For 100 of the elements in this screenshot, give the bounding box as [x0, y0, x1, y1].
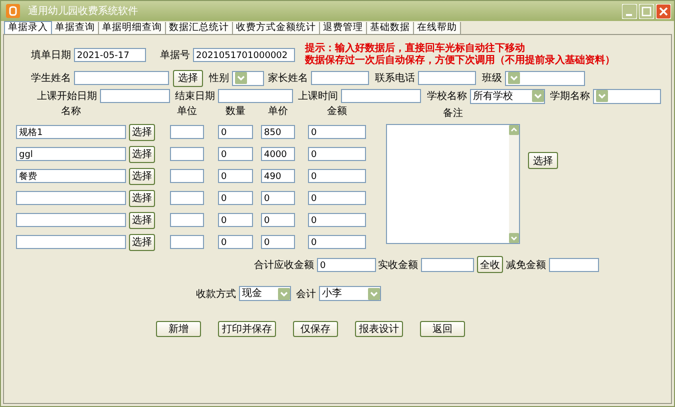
column-header: 单价 [267, 106, 289, 118]
text-field[interactable]: 850 [261, 125, 295, 139]
text-field[interactable] [170, 213, 204, 227]
action-button[interactable]: 选择 [129, 190, 155, 206]
window-title: 通用幼儿园收费系统软件 [28, 4, 139, 18]
action-button[interactable]: 返回 [420, 321, 465, 337]
dropdown-field[interactable] [593, 88, 661, 104]
column-header: 数量 [224, 106, 246, 118]
action-button[interactable]: 选择 [129, 212, 155, 228]
text-field[interactable]: 0 [218, 147, 253, 161]
action-button[interactable]: 仅保存 [293, 321, 338, 337]
text-field[interactable] [418, 71, 476, 85]
text-field[interactable] [170, 125, 204, 139]
text-field[interactable] [218, 89, 293, 103]
action-button[interactable]: 选择 [129, 146, 155, 162]
caret-icon [235, 72, 247, 84]
text-field[interactable]: ggl [16, 147, 126, 161]
scrollbar[interactable] [509, 125, 519, 243]
hint-text: 数据保存过一次后自动保存，方便下次调用（不用提前录入基础资料） [305, 55, 615, 67]
text-field[interactable]: 0 [261, 235, 295, 249]
field-label: 会计 [296, 288, 316, 300]
action-button[interactable]: 选择 [129, 234, 155, 250]
text-field[interactable] [170, 169, 204, 183]
dropdown-field[interactable]: 现金 [239, 286, 291, 301]
tab[interactable]: 数据汇总统计 [166, 22, 233, 34]
text-field[interactable]: 规格1 [16, 125, 126, 139]
caret-icon [278, 288, 290, 300]
text-field[interactable]: 4000 [261, 147, 295, 161]
field-label: 班级 [482, 72, 502, 85]
text-field[interactable]: 0 [218, 191, 253, 205]
text-field[interactable]: 餐费 [16, 169, 126, 183]
close-icon[interactable] [656, 4, 671, 18]
field-label: 合计应收金额 [254, 258, 314, 272]
field-label: 上课开始日期 [37, 90, 97, 103]
minimize-icon[interactable] [622, 4, 637, 18]
text-field[interactable]: 490 [261, 169, 295, 183]
dropdown-field[interactable]: 小李 [319, 286, 381, 301]
caret-icon [596, 90, 608, 102]
text-field[interactable] [170, 235, 204, 249]
text-field[interactable] [341, 89, 421, 103]
text-field[interactable]: 2021-05-17 [74, 48, 146, 62]
tab[interactable]: 收费方式金额统计 [233, 22, 320, 34]
text-field[interactable] [170, 191, 204, 205]
action-button[interactable]: 打印并保存 [218, 321, 276, 337]
dropdown-field[interactable] [232, 70, 264, 86]
scroll-down-icon[interactable] [509, 233, 519, 243]
field-label: 单据号 [160, 48, 190, 62]
scroll-up-icon[interactable] [509, 125, 519, 135]
dropdown-field[interactable]: 所有学校 [470, 88, 545, 104]
field-label: 上课时间 [298, 90, 338, 103]
caret-icon [368, 288, 380, 300]
tab[interactable]: 退费管理 [320, 22, 367, 34]
text-field[interactable] [16, 213, 126, 227]
dropdown-field[interactable] [505, 70, 585, 86]
action-button[interactable]: 选择 [129, 124, 155, 140]
tab[interactable]: 单据明细查询 [99, 22, 166, 34]
text-field[interactable] [74, 71, 169, 85]
text-field[interactable] [170, 147, 204, 161]
action-button[interactable]: 选择 [528, 152, 558, 169]
field-label: 填单日期 [31, 48, 71, 62]
text-field[interactable] [549, 258, 599, 272]
action-button[interactable]: 选择 [129, 168, 155, 184]
text-field[interactable]: 0 [261, 213, 295, 227]
column-header: 单位 [176, 106, 198, 118]
action-button[interactable]: 新增 [156, 321, 201, 337]
text-field[interactable]: 0 [308, 191, 366, 205]
text-field[interactable] [16, 235, 126, 249]
text-field[interactable]: 0 [308, 125, 366, 139]
text-field[interactable]: 0 [218, 235, 253, 249]
text-field[interactable] [100, 89, 170, 103]
action-button[interactable]: 选择 [173, 70, 203, 86]
text-field[interactable]: 0 [308, 213, 366, 227]
text-field[interactable]: 2021051701000002 [193, 48, 295, 62]
app-icon [6, 4, 20, 18]
text-field[interactable] [16, 191, 126, 205]
text-field[interactable]: 0 [308, 169, 366, 183]
tab[interactable]: 单据查询 [52, 22, 99, 34]
action-button[interactable]: 全收 [477, 256, 503, 273]
text-field[interactable]: 0 [218, 213, 253, 227]
text-field[interactable]: 0 [218, 125, 253, 139]
maximize-icon[interactable] [639, 4, 654, 18]
tab[interactable]: 基础数据 [367, 22, 414, 34]
notes-field[interactable] [386, 124, 520, 244]
field-label: 减免金额 [506, 258, 546, 272]
text-field[interactable]: 0 [218, 169, 253, 183]
text-field[interactable] [311, 71, 369, 85]
tab[interactable]: 单据录入 [4, 21, 52, 34]
field-label: 结束日期 [175, 90, 215, 103]
field-label: 学期名称 [550, 90, 590, 103]
hint-text: 提示：输入好数据后，直接回车光标自动往下移动 [305, 43, 526, 54]
action-button[interactable]: 报表设计 [355, 321, 403, 337]
text-field[interactable]: 0 [317, 258, 376, 272]
field-label: 学校名称 [427, 90, 467, 103]
text-field[interactable] [421, 258, 474, 272]
column-header: 金额 [326, 106, 348, 118]
text-field[interactable]: 0 [261, 191, 295, 205]
text-field[interactable]: 0 [308, 147, 366, 161]
field-label: 收款方式 [196, 288, 236, 300]
tab[interactable]: 在线帮助 [414, 22, 461, 34]
text-field[interactable]: 0 [308, 235, 366, 249]
